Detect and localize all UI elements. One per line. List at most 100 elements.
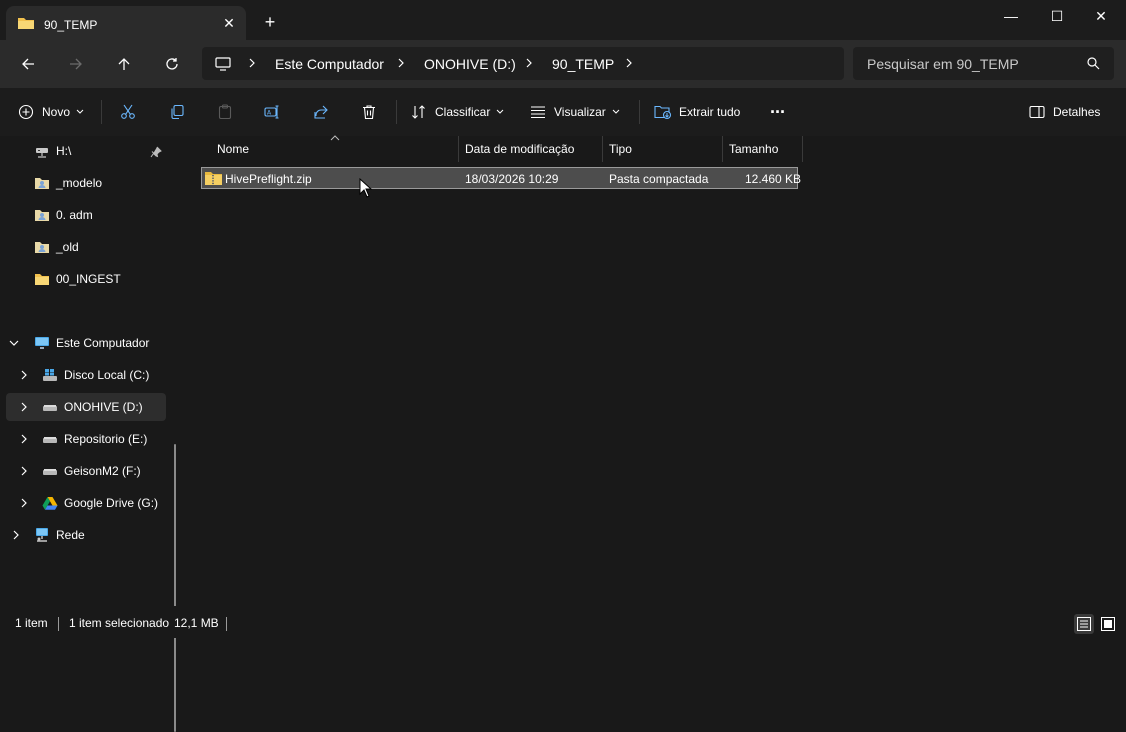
- user-folder-icon: [35, 178, 49, 189]
- copy-button[interactable]: [169, 100, 185, 124]
- paste-button[interactable]: [217, 100, 233, 124]
- sidebar-item-label: GeisonM2 (F:): [64, 464, 141, 478]
- file-row[interactable]: HivePreflight.zip 18/03/2026 10:29 Pasta…: [201, 167, 801, 189]
- sidebar-item-label: Este Computador: [56, 336, 150, 350]
- chevron-right-icon[interactable]: [18, 433, 30, 445]
- sidebar-item-00-ingest[interactable]: 00_INGEST: [34, 265, 174, 293]
- sidebar-item-este-computador[interactable]: Este Computador: [8, 329, 168, 357]
- details-button[interactable]: Detalhes: [1029, 100, 1100, 124]
- sidebar-item-h-drive[interactable]: H:\: [34, 137, 174, 165]
- sidebar-item-0-adm[interactable]: 0. adm: [34, 201, 174, 229]
- file-type: Pasta compactada: [609, 172, 709, 186]
- sidebar-item-repositorio-e[interactable]: Repositorio (E:): [18, 425, 168, 453]
- breadcrumb-90-temp[interactable]: 90_TEMP: [552, 56, 614, 72]
- delete-button[interactable]: [361, 100, 377, 124]
- sidebar-item-rede[interactable]: Rede: [10, 521, 170, 549]
- clipboard-icon: [218, 104, 232, 120]
- chevron-right-icon: [526, 58, 532, 68]
- details-pane-icon: [1029, 105, 1045, 119]
- sidebar-item-google-drive-g[interactable]: Google Drive (G:): [18, 489, 168, 517]
- column-header-size[interactable]: Tamanho: [729, 136, 778, 162]
- sort-icon: [412, 105, 425, 119]
- folder-icon: [35, 274, 49, 285]
- column-divider[interactable]: [458, 136, 459, 162]
- drive-icon: [43, 469, 57, 475]
- chevron-down-icon[interactable]: [8, 337, 20, 349]
- folder-icon: [18, 18, 34, 29]
- chevron-right-icon[interactable]: [18, 369, 30, 381]
- sort-button[interactable]: Classificar: [411, 100, 504, 124]
- chevron-right-icon[interactable]: [10, 529, 22, 541]
- column-divider[interactable]: [802, 136, 803, 162]
- status-selection: 1 item selecionado: [69, 616, 170, 630]
- minimize-button[interactable]: —: [988, 0, 1034, 32]
- column-header-date-modified[interactable]: Data de modificação: [465, 136, 574, 162]
- details-button-label: Detalhes: [1053, 105, 1101, 119]
- back-button[interactable]: [13, 50, 43, 78]
- file-modified: 18/03/2026 10:29: [465, 172, 559, 186]
- cut-button[interactable]: [120, 100, 136, 124]
- breadcrumb-este-computador[interactable]: Este Computador: [275, 56, 384, 72]
- extract-all-label: Extrair tudo: [679, 105, 741, 119]
- view-button-label: Visualizar: [554, 105, 606, 119]
- trash-icon: [363, 105, 375, 120]
- user-folder-icon: [35, 242, 49, 253]
- network-icon: [36, 528, 48, 542]
- pin-icon[interactable]: [150, 146, 162, 158]
- tab-title: 90_TEMP: [44, 18, 98, 32]
- column-header-type[interactable]: Tipo: [609, 136, 632, 162]
- tiles-view-button[interactable]: [1098, 614, 1118, 634]
- up-button[interactable]: [109, 50, 139, 78]
- command-bar: Novo A Classificar Visualizar Extrair tu…: [0, 88, 1126, 137]
- drive-icon: [43, 437, 57, 443]
- status-item-count: 1 item: [15, 616, 48, 630]
- search-box[interactable]: Pesquisar em 90_TEMP: [853, 47, 1114, 80]
- refresh-button[interactable]: [157, 50, 187, 78]
- share-button[interactable]: [313, 100, 329, 124]
- extract-all-button[interactable]: Extrair tudo: [654, 100, 740, 124]
- chevron-right-icon[interactable]: [18, 465, 30, 477]
- search-input[interactable]: Pesquisar em 90_TEMP: [867, 56, 1019, 72]
- new-tab-button[interactable]: +: [258, 10, 282, 34]
- details-view-icon: [1077, 617, 1091, 631]
- close-window-button[interactable]: ✕: [1078, 0, 1124, 32]
- navigation-bar: Este Computador ONOHIVE (D:) 90_TEMP Pes…: [0, 40, 1126, 88]
- refresh-icon: [166, 58, 178, 70]
- column-divider[interactable]: [602, 136, 603, 162]
- view-button[interactable]: Visualizar: [530, 100, 620, 124]
- sidebar-item-label: ONOHIVE (D:): [64, 400, 143, 414]
- sidebar-item-disco-local-c[interactable]: Disco Local (C:): [18, 361, 168, 389]
- file-list-view: Nome Data de modificação Tipo Tamanho Hi…: [186, 135, 1126, 606]
- navigation-pane: H:\ _modelo 0. adm _old 00_INGEST Este C…: [0, 136, 186, 732]
- tab-90-temp[interactable]: 90_TEMP ✕: [6, 6, 246, 40]
- details-view-button[interactable]: [1074, 614, 1094, 634]
- sort-ascending-icon: [330, 135, 340, 141]
- arrow-left-icon: [22, 58, 34, 70]
- sidebar-item-geisonm2-f[interactable]: GeisonM2 (F:): [18, 457, 168, 485]
- tab-close-button[interactable]: ✕: [220, 14, 238, 32]
- forward-button[interactable]: [61, 50, 91, 78]
- sidebar-item-modelo[interactable]: _modelo: [34, 169, 174, 197]
- user-folder-icon: [35, 210, 49, 221]
- navigation-pane-scrollbar[interactable]: [174, 444, 176, 732]
- new-button[interactable]: Novo: [18, 100, 84, 124]
- toolbar-divider: [101, 100, 102, 124]
- chevron-right-icon: [249, 58, 255, 68]
- address-bar[interactable]: Este Computador ONOHIVE (D:) 90_TEMP: [202, 47, 844, 80]
- svg-text:A: A: [267, 110, 272, 117]
- more-options-button[interactable]: ···: [770, 100, 786, 124]
- breadcrumb-onohive[interactable]: ONOHIVE (D:): [424, 56, 516, 72]
- chevron-right-icon[interactable]: [18, 401, 30, 413]
- computer-icon: [35, 337, 49, 349]
- sidebar-item-old[interactable]: _old: [34, 233, 174, 261]
- maximize-button[interactable]: ☐: [1034, 0, 1080, 32]
- rename-icon: A: [264, 105, 279, 119]
- rename-button[interactable]: A: [264, 100, 280, 124]
- chevron-right-icon: [626, 58, 632, 68]
- column-header-name[interactable]: Nome: [217, 136, 249, 162]
- sidebar-item-onohive-d[interactable]: ONOHIVE (D:): [6, 393, 166, 421]
- view-list-icon: [531, 106, 545, 119]
- chevron-right-icon[interactable]: [18, 497, 30, 509]
- google-drive-icon: [42, 497, 58, 510]
- column-divider[interactable]: [722, 136, 723, 162]
